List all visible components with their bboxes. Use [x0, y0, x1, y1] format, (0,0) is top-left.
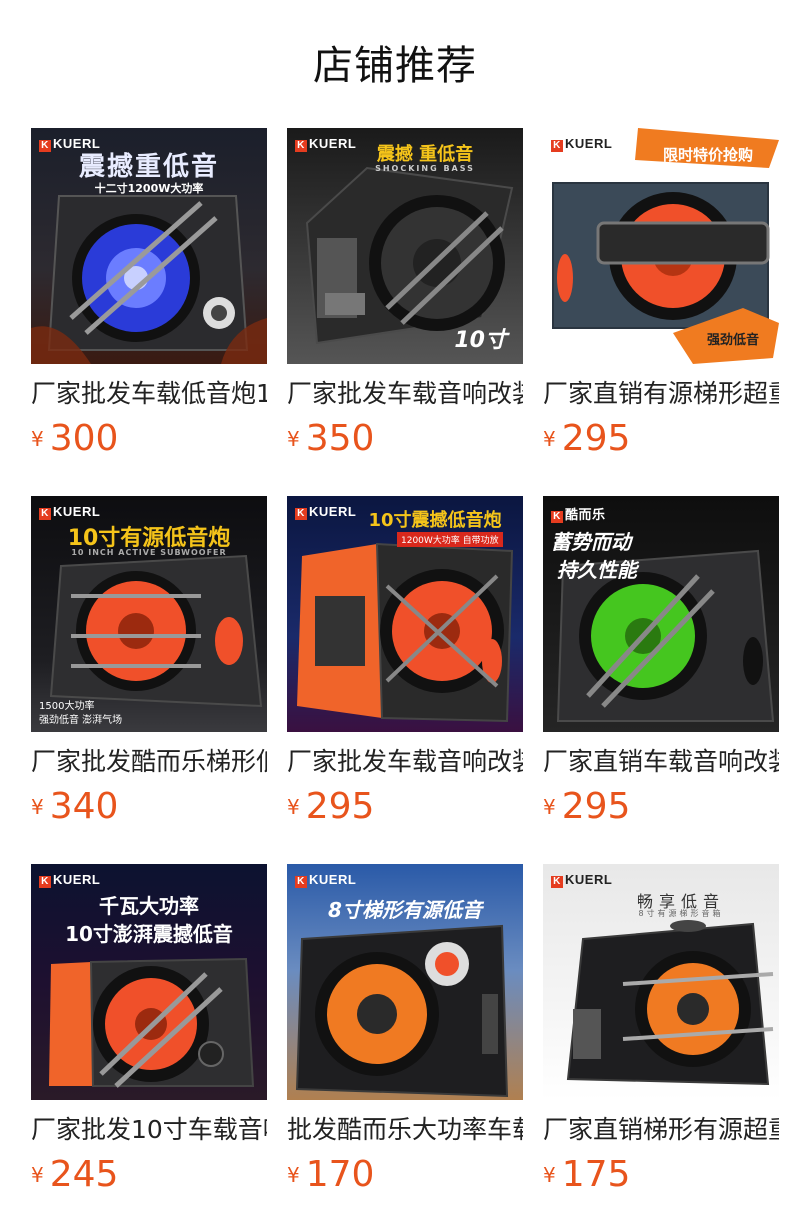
- product-price: ¥300: [31, 418, 118, 462]
- product-name[interactable]: 厂家批发车载音响改装低音炮: [287, 744, 523, 780]
- product-name[interactable]: 厂家直销梯形有源超重低音炮: [543, 1112, 779, 1148]
- product-card[interactable]: K KUERL 震撼 重低音 SHOCKING BASS 10寸 厂家批发车载音响…: [287, 128, 523, 459]
- product-card[interactable]: KKUERL 震撼重低音 十二寸1200W大功率 厂家批发车载低音炮12寸大功率…: [31, 128, 267, 459]
- brand-logo: K KUERL: [551, 136, 612, 152]
- product-name[interactable]: 厂家直销车载音响改装低音炮: [543, 744, 779, 780]
- brand-logo: K KUERL: [295, 872, 356, 888]
- product-price: ¥340: [31, 786, 118, 830]
- product-name[interactable]: 厂家批发车载低音炮12寸大功率: [31, 376, 267, 412]
- product-image[interactable]: K 酷而乐 蓄势而动 持久性能: [543, 496, 779, 732]
- price-amount: 300: [49, 418, 119, 459]
- product-subline: 8寸有源梯形音箱: [638, 909, 724, 918]
- product-name[interactable]: 厂家批发车载音响改装低音炮: [287, 376, 523, 412]
- product-subline: 10 INCH ACTIVE SUBWOOFER: [71, 548, 227, 557]
- product-name[interactable]: 厂家批发酷而乐梯形低音炮: [31, 744, 267, 780]
- currency-symbol: ¥: [287, 426, 300, 451]
- product-image[interactable]: K KUERL 8寸梯形有源低音: [287, 864, 523, 1100]
- product-name[interactable]: 厂家直销有源梯形超重低音炮: [543, 376, 779, 412]
- product-subline: SHOCKING BASS: [375, 164, 475, 173]
- price-amount: 295: [305, 786, 375, 827]
- product-card[interactable]: KKUERL 10寸震撼低音炮 1200W大功率 自带功放 厂家批发车载音响改装…: [287, 496, 523, 827]
- product-price: ¥295: [287, 786, 374, 830]
- price-amount: 340: [49, 786, 119, 827]
- product-image[interactable]: K KUERL 10寸有源低音炮 10 INCH ACTIVE SUBWOOFER…: [31, 496, 267, 732]
- product-subline: 1200W大功率 自带功放: [397, 532, 503, 547]
- brand-logo: K KUERL: [39, 504, 100, 520]
- product-card[interactable]: KKUERL 畅享低音 8寸有源梯形音箱 厂家直销梯形有源超重低音炮 ¥175: [543, 864, 779, 1195]
- product-headline: 千瓦大功率: [99, 894, 199, 918]
- product-card[interactable]: KKUERL 千瓦大功率 10寸澎湃震撼低音 厂家批发10寸车载音响低音炮 ¥2…: [31, 864, 267, 1195]
- price-amount: 295: [561, 786, 631, 827]
- product-image[interactable]: K KUERL 限时特价抢购 强劲低音: [543, 128, 779, 364]
- brand-logo: K 酷而乐: [551, 504, 606, 523]
- product-headline: 8寸梯形有源低音: [328, 898, 482, 922]
- product-name[interactable]: 批发酷而乐大功率车载低音炮: [287, 1112, 523, 1148]
- product-subline: 十二寸1200W大功率: [94, 182, 204, 195]
- price-amount: 350: [305, 418, 375, 459]
- product-subline: 10寸澎湃震撼低音: [65, 922, 233, 946]
- product-image[interactable]: K KUERL 畅享低音 8寸有源梯形音箱: [543, 864, 779, 1100]
- price-amount: 295: [561, 418, 631, 459]
- promo-banner: 限时特价抢购: [662, 146, 753, 164]
- promo-badge: 强劲低音: [706, 333, 759, 348]
- product-headline: 震撼重低音: [78, 152, 219, 182]
- product-price: ¥295: [543, 786, 630, 830]
- product-card[interactable]: K KUERL 10寸有源低音炮 10 INCH ACTIVE SUBWOOFER…: [31, 496, 267, 827]
- currency-symbol: ¥: [543, 426, 556, 451]
- currency-symbol: ¥: [31, 794, 44, 819]
- currency-symbol: ¥: [287, 1162, 300, 1187]
- product-headline: 蓄势而动: [551, 530, 631, 554]
- product-card[interactable]: KKUERL 8寸梯形有源低音 批发酷而乐大功率车载低音炮 ¥170: [287, 864, 523, 1195]
- product-subline: 持久性能: [557, 558, 637, 582]
- product-card[interactable]: KKUERL 限时特价抢购 强劲低音 厂家直销有源梯形超重低音炮 ¥295: [543, 128, 779, 459]
- product-price: ¥350: [287, 418, 374, 462]
- currency-symbol: ¥: [543, 794, 556, 819]
- brand-logo: K KUERL: [551, 872, 612, 888]
- currency-symbol: ¥: [287, 794, 300, 819]
- image-caption: 强劲低音 澎湃气场: [39, 715, 123, 726]
- currency-symbol: ¥: [31, 426, 44, 451]
- product-image[interactable]: K KUERL 震撼重低音 十二寸1200W大功率: [31, 128, 267, 364]
- product-price: ¥170: [287, 1154, 374, 1198]
- product-price: ¥295: [543, 418, 630, 462]
- page-title: 店铺推荐: [313, 43, 477, 89]
- product-headline: 震撼 重低音: [376, 144, 474, 165]
- price-amount: 170: [305, 1154, 375, 1195]
- currency-symbol: ¥: [543, 1162, 556, 1187]
- product-image[interactable]: K KUERL 震撼 重低音 SHOCKING BASS 10寸: [287, 128, 523, 364]
- currency-symbol: ¥: [31, 1162, 44, 1187]
- image-caption: 1500大功率: [39, 701, 95, 712]
- product-image[interactable]: K KUERL 千瓦大功率 10寸澎湃震撼低音: [31, 864, 267, 1100]
- size-badge: 10寸: [454, 328, 507, 353]
- product-price: ¥245: [31, 1154, 118, 1198]
- product-card[interactable]: K酷而乐 蓄势而动 持久性能 厂家直销车载音响改装低音炮 ¥295: [543, 496, 779, 827]
- product-headline: 10寸震撼低音炮: [368, 510, 502, 531]
- price-amount: 175: [561, 1154, 631, 1195]
- brand-logo: K KUERL: [39, 872, 100, 888]
- price-amount: 245: [49, 1154, 119, 1195]
- product-image[interactable]: K KUERL 10寸震撼低音炮 1200W大功率 自带功放: [287, 496, 523, 732]
- product-price: ¥175: [543, 1154, 630, 1198]
- product-name[interactable]: 厂家批发10寸车载音响低音炮: [31, 1112, 267, 1148]
